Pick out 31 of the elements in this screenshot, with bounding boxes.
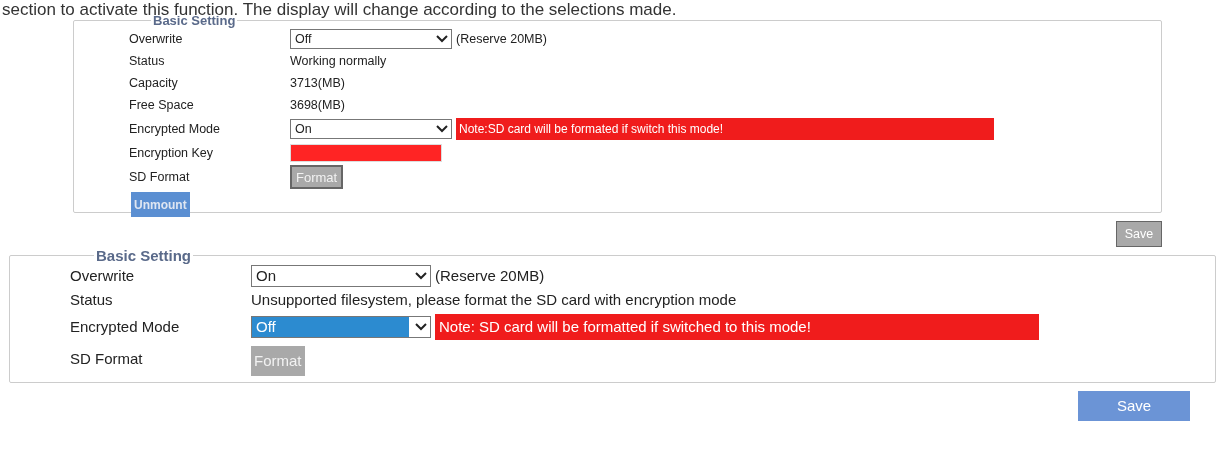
field-label: Capacity [129,76,179,90]
warning-banner: Note: SD card will be formatted if switched to this mode! [435,313,1039,340]
chevron-down-icon [435,124,449,134]
field-label: Encrypted Mode [129,122,222,136]
value-text: Working normally [290,54,388,68]
field-label: Overwrite [70,267,136,284]
unmount-button[interactable]: Unmount [131,192,190,217]
encryption-key-field[interactable] [290,144,442,162]
field-label: Encrypted Mode [70,318,181,335]
value-text: Unsupported filesystem, please format the SD card with encryption mode [251,291,738,308]
panel-legend: Basic Setting [94,246,194,264]
chevron-down-icon [435,34,449,44]
dropdown[interactable]: On [290,119,452,139]
value-text: 3698(MB) [290,98,346,112]
save-button[interactable]: Save [1078,390,1190,421]
field-label: Status [70,291,114,308]
dropdown[interactable]: On [251,264,431,287]
dropdown[interactable]: Off [290,29,452,49]
reserve-note: (Reserve 20MB) [456,32,547,46]
reserve-note: (Reserve 20MB) [435,267,545,284]
warning-banner: Note:SD card will be formated if switch this mode! [456,118,994,140]
value-text: 3713(MB) [290,76,346,90]
field-label: SD Format [129,170,191,184]
field-label: Status [129,54,166,68]
field-label: Encryption Key [129,146,215,160]
chevron-down-icon [414,270,428,281]
dropdown[interactable]: Off [251,315,431,338]
field-label: Free Space [129,98,195,112]
chevron-down-icon [414,321,428,332]
field-label: SD Format [70,350,144,367]
field-label: Overwrite [129,32,184,46]
